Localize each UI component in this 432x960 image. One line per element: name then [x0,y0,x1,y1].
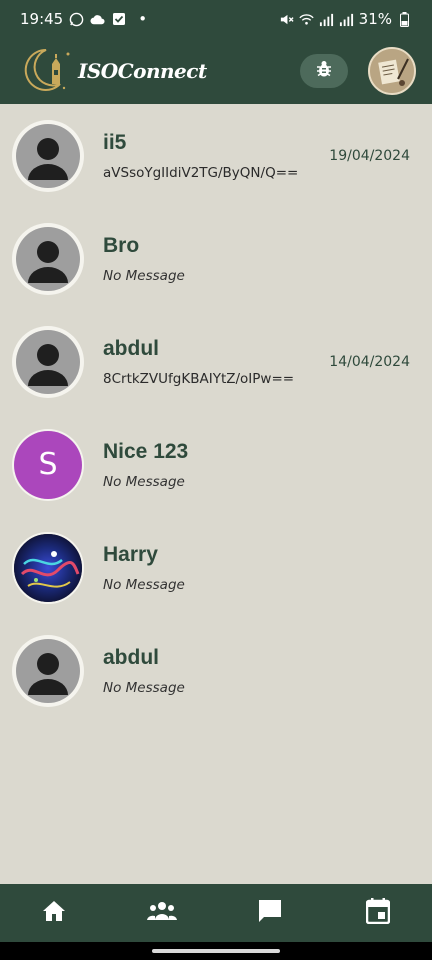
chat-name: Nice 123 [103,439,189,463]
status-dot: • [138,10,148,28]
chat-name: Bro [103,233,140,257]
chat-date: 14/04/2024 [329,354,410,370]
wifi-icon [299,12,314,27]
chat-last-message: aVSsoYgIIdiV2TG/ByQN/Q== [103,164,299,181]
cloud-icon [90,12,105,27]
gesture-bar [0,942,432,960]
chat-name: Harry [103,542,158,566]
chat-texts: ii5 aVSsoYgIIdiV2TG/ByQN/Q== [103,131,298,181]
app-bar: ISOConnect [0,38,432,104]
battery-icon [397,11,412,27]
chat-row[interactable]: S Nice 123 No Message [0,413,432,516]
chat-texts: abdul 8CrtkZVUfgKBAIYtZ/oIPw== [103,337,294,387]
chat-name: abdul [103,645,159,669]
status-time: 19:45 [20,10,64,28]
chat-row[interactable]: Harry No Message [0,516,432,619]
avatar [12,325,84,398]
whatsapp-icon [69,12,84,27]
groups-icon [147,900,177,926]
checkbox-icon [111,12,126,27]
chat-last-message: No Message [103,679,185,696]
chat-last-message: No Message [103,576,185,593]
signal-icon [319,12,334,27]
chat-last-message: 8CrtkZVUfgKBAIYtZ/oIPw== [103,370,295,387]
chat-texts: abdul No Message [103,646,185,696]
avatar [12,222,84,295]
avatar [12,634,84,707]
calendar-icon [365,898,391,928]
letter-avatar: S [14,430,82,499]
bottom-nav [0,884,432,942]
signal-icon-2 [339,12,354,27]
chat-row[interactable]: abdul No Message [0,619,432,722]
chat-texts: Bro No Message [103,234,185,284]
chat-date: 19/04/2024 [329,148,410,164]
default-person-icon [16,329,80,394]
battery-percent: 31% [358,10,392,28]
app-logo[interactable]: ISOConnect [24,44,207,98]
debug-button[interactable] [300,54,348,88]
status-bar: 19:45 • 31% [0,0,432,38]
chat-texts: Harry No Message [103,543,185,593]
chat-name: ii5 [103,130,127,154]
avatar-photo [12,531,84,604]
chat-row[interactable]: ii5 aVSsoYgIIdiV2TG/ByQN/Q== 19/04/2024 [0,104,432,207]
mute-icon [279,12,294,27]
avatar: S [12,428,84,501]
chat-name: abdul [103,336,159,360]
status-right: 31% [279,10,412,28]
bug-icon [314,59,334,83]
chat-row[interactable]: Bro No Message [0,207,432,310]
nav-groups[interactable] [108,884,216,942]
chat-texts: Nice 123 No Message [103,440,188,490]
gesture-handle[interactable] [152,949,280,953]
default-person-icon [16,226,80,291]
nav-calendar[interactable] [324,884,432,942]
profile-avatar[interactable] [368,47,416,95]
logo-text: ISOConnect [78,59,207,83]
chat-row[interactable]: abdul 8CrtkZVUfgKBAIYtZ/oIPw== 14/04/202… [0,310,432,413]
chat-icon [257,898,283,928]
nav-chat[interactable] [216,884,324,942]
default-person-icon [16,123,80,188]
default-person-icon [16,638,80,703]
crescent-mosque-icon [24,44,76,98]
chat-list: ii5 aVSsoYgIIdiV2TG/ByQN/Q== 19/04/2024 … [0,104,432,722]
chat-last-message: No Message [103,473,185,490]
avatar [12,119,84,192]
home-icon [41,899,67,927]
status-left: 19:45 • [20,10,147,28]
chat-last-message: No Message [103,267,185,284]
nav-home[interactable] [0,884,108,942]
